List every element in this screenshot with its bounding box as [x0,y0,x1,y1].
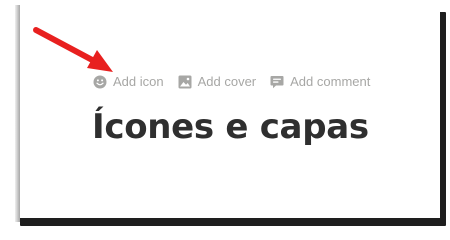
screenshot-stage: Add icon Add cover Add comment Ícones e … [0,0,450,240]
red-arrow-icon [33,27,113,72]
